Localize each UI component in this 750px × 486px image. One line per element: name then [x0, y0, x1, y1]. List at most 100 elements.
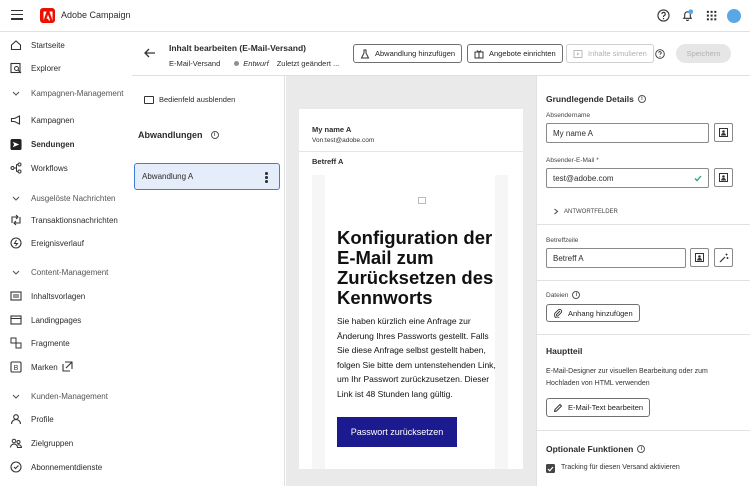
sidebar-item-workflows[interactable]: Workflows: [0, 158, 132, 178]
sidebar-item-zielgruppen[interactable]: Zielgruppen: [0, 433, 132, 453]
checkmark-icon: [694, 175, 702, 182]
variant-card[interactable]: Abwandlung A: [134, 163, 280, 190]
home-icon: [10, 39, 22, 51]
section-label: Content-Management: [31, 268, 109, 277]
sidebar-item-kampagnen[interactable]: Kampagnen: [0, 110, 132, 130]
fragment-icon: [10, 337, 22, 349]
brand-icon: B: [10, 361, 22, 373]
body-description: E-Mail-Designer zur visuellen Bearbeitun…: [546, 368, 708, 387]
sidebar-item-profile[interactable]: Profile: [0, 409, 132, 429]
last-modified: Zuletzt geändert ...: [276, 59, 340, 68]
section-kunden-management[interactable]: Kunden-Management: [0, 391, 132, 405]
ai-assistant-button[interactable]: [714, 248, 733, 267]
app-name[interactable]: Adobe Campaign: [61, 10, 131, 20]
reset-password-button[interactable]: Passwort zurücksetzen: [337, 417, 457, 447]
email-preview-card: My name A Von:test@adobe.com Betreff A K…: [299, 109, 523, 469]
variants-title-label: Abwandlungen: [138, 130, 203, 140]
section-label: Kunden-Management: [31, 392, 108, 401]
profile-icon: [10, 413, 22, 425]
email-preview-area: My name A Von:test@adobe.com Betreff A K…: [286, 76, 536, 486]
hide-panel-button[interactable]: Bedienfeld ausblenden: [144, 95, 235, 104]
sidebar-item-sendungen[interactable]: Sendungen: [0, 134, 132, 154]
sidebar-item-label: Landingpages: [31, 315, 82, 325]
optional-title-label: Optionale Funktionen: [546, 444, 634, 454]
divider: [537, 430, 750, 431]
edit-email-body-button[interactable]: E-Mail-Text bearbeiten: [546, 398, 651, 417]
delivery-type: E-Mail-Versand: [169, 59, 221, 68]
save-button[interactable]: Speichern: [676, 44, 731, 63]
send-icon: [10, 138, 22, 150]
add-variant-button[interactable]: Abwandlung hinzufügen: [353, 44, 463, 63]
personalize-button[interactable]: [690, 248, 709, 267]
sidebar-item-label: Abonnementdienste: [31, 462, 103, 472]
sidebar-item-inhaltsvorlagen[interactable]: Inhaltsvorlagen: [0, 286, 132, 306]
info-icon[interactable]: i: [637, 95, 646, 103]
variants-panel: Bedienfeld ausblenden Abwandlungen i Abw…: [132, 76, 285, 486]
personalize-icon: [695, 253, 704, 262]
sidebar-item-fragmente[interactable]: Fragmente: [0, 333, 132, 353]
reply-fields-toggle[interactable]: ANTWORTFELDER: [553, 208, 618, 215]
sender-email-field[interactable]: test@adobe.com: [546, 168, 709, 188]
body-title: Hauptteil: [546, 346, 583, 356]
add-attachment-button[interactable]: Anhang hinzufügen: [546, 304, 640, 322]
template-icon: [10, 290, 22, 302]
offers-label: Angebote einrichten: [489, 49, 556, 58]
bell-icon[interactable]: [681, 9, 694, 22]
sidebar-item-transaktionsnachrichten[interactable]: Transaktionsnachrichten: [0, 210, 132, 230]
section-label: Ausgelöste Nachrichten: [31, 194, 116, 203]
reply-fields-label: ANTWORTFELDER: [564, 208, 618, 215]
apps-grid-icon[interactable]: [705, 9, 718, 22]
section-ausgeloeste-nachrichten[interactable]: Ausgelöste Nachrichten: [0, 193, 132, 207]
edit-email-body-label: E-Mail-Text bearbeiten: [568, 403, 644, 412]
sender-name-label: Absendername: [546, 112, 591, 119]
back-arrow-icon[interactable]: [144, 48, 156, 58]
sender-email-label: Absender-E-Mail *: [546, 157, 599, 164]
email-body-frame[interactable]: Konfiguration der E-Mail zum Zurücksetze…: [312, 175, 508, 469]
section-kampagnen-management[interactable]: Kampagnen-Management: [0, 88, 132, 110]
info-icon[interactable]: i: [572, 291, 581, 299]
tracking-checkbox[interactable]: [546, 464, 555, 473]
subscription-icon: [10, 461, 22, 473]
info-icon[interactable]: i: [637, 445, 646, 453]
help-icon[interactable]: [657, 9, 670, 22]
info-icon[interactable]: i: [210, 131, 219, 139]
email-text: Sie haben kürzlich eine Anfrage zur Ände…: [337, 316, 496, 399]
sender-name-field[interactable]: My name A: [546, 123, 709, 143]
menu-icon[interactable]: [11, 10, 23, 20]
chevron-right-icon: [554, 208, 559, 215]
sidebar-item-landingpages[interactable]: Landingpages: [0, 310, 132, 330]
sidebar-item-explorer[interactable]: Explorer: [0, 58, 132, 78]
avatar[interactable]: [727, 9, 741, 23]
basics-title: Grundlegende Details i: [546, 94, 646, 104]
offer-icon: [474, 49, 484, 58]
simulate-button[interactable]: Inhalte simulieren: [566, 44, 654, 63]
external-link-icon[interactable]: [62, 361, 73, 372]
basics-title-label: Grundlegende Details: [546, 94, 634, 104]
offers-button[interactable]: Angebote einrichten: [467, 44, 563, 63]
sender-email-label-text: Absender-E-Mail: [546, 157, 595, 164]
event-history-icon: [10, 237, 22, 249]
more-options-icon[interactable]: [265, 172, 268, 184]
files-label: Dateien i: [546, 291, 581, 299]
preview-sender-address: Von:test@adobe.com: [312, 137, 375, 144]
sidebar-item-marken[interactable]: B Marken: [0, 357, 132, 377]
info-icon[interactable]: [655, 49, 665, 59]
email-heading: Konfiguration der E-Mail zum Zurücksetze…: [337, 227, 494, 308]
page-title: Inhalt bearbeiten (E-Mail-Versand): [169, 43, 306, 53]
subject-field[interactable]: Betreff A: [546, 248, 686, 268]
personalize-button[interactable]: [714, 168, 733, 187]
sidebar-item-label: Kampagnen: [31, 115, 75, 125]
variant-label: Abwandlung A: [142, 172, 194, 181]
content-header: Inhalt bearbeiten (E-Mail-Versand) E-Mai…: [132, 33, 750, 76]
sidebar-item-ereignisverlauf[interactable]: Ereignisverlauf: [0, 233, 132, 253]
personalize-button[interactable]: [714, 123, 733, 142]
sidebar-item-startseite[interactable]: Startseite: [0, 35, 132, 55]
image-placeholder-icon: [418, 197, 426, 204]
sidebar-item-abonnementdienste[interactable]: Abonnementdienste: [0, 457, 132, 477]
simulate-label: Inhalte simulieren: [588, 49, 647, 58]
section-content-management[interactable]: Content-Management: [0, 267, 132, 281]
add-variant-label: Abwandlung hinzufügen: [375, 49, 456, 58]
top-bar: Adobe Campaign: [0, 0, 750, 32]
email-content: Konfiguration der E-Mail zum Zurücksetze…: [325, 175, 496, 469]
sidebar-item-label: Zielgruppen: [31, 438, 74, 448]
